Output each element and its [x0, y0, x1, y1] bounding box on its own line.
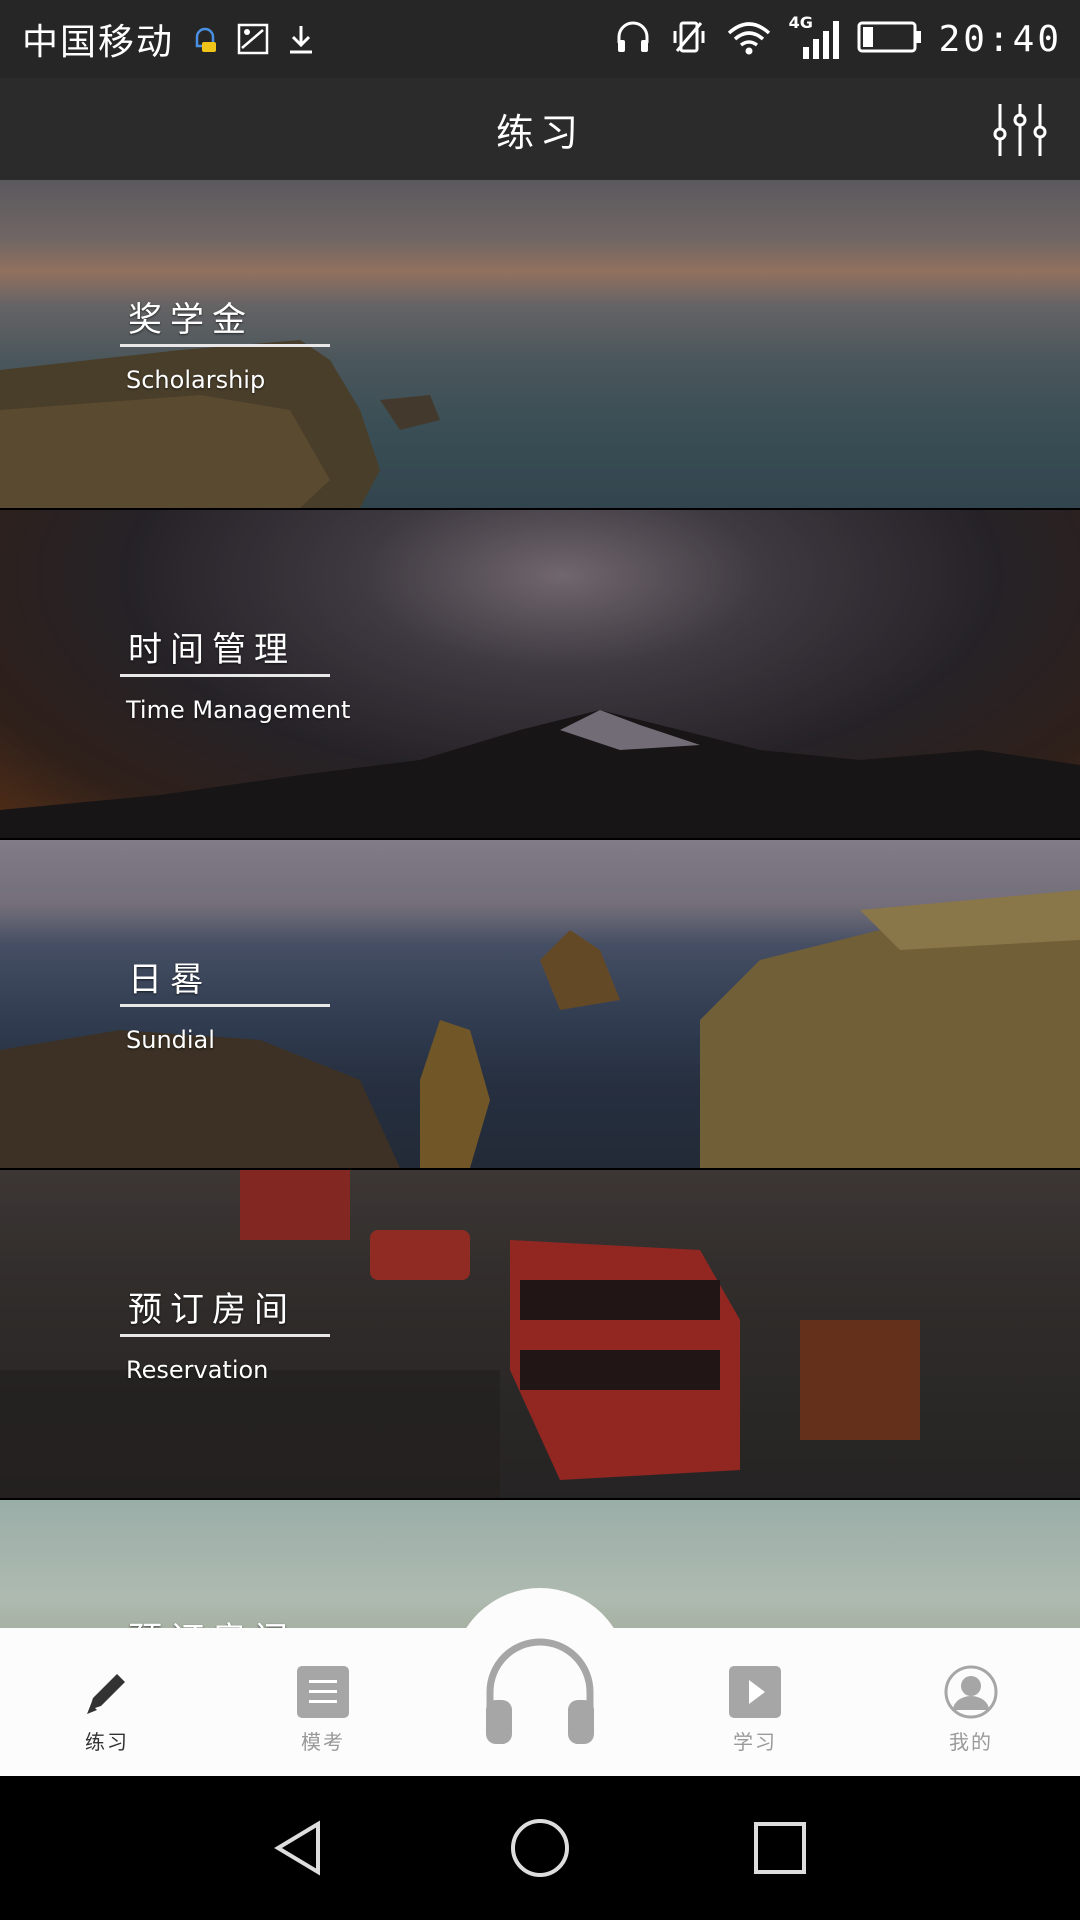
pencil-icon [79, 1664, 135, 1720]
back-button[interactable] [268, 1816, 332, 1880]
person-icon [943, 1664, 999, 1720]
download-icon [284, 22, 318, 56]
nav-tab-practice[interactable]: 练习 [32, 1628, 182, 1776]
play-icon [727, 1664, 783, 1720]
lesson-card-sundial[interactable]: 日晷 Sundial [0, 840, 1080, 1168]
image-icon [236, 22, 270, 56]
system-nav-bar [0, 1776, 1080, 1920]
clock: 20:40 [938, 18, 1062, 60]
nav-label: 学习 [733, 1730, 777, 1754]
nav-tab-study[interactable]: 学习 [680, 1628, 830, 1776]
listen-button[interactable] [476, 1626, 604, 1754]
sliders-icon [993, 104, 1047, 156]
card-divider [120, 344, 330, 347]
status-bar: 中国移动 4G 20:40 [0, 0, 1080, 78]
lesson-card-time-management[interactable]: 时间管理 Time Management [0, 510, 1080, 838]
app-header: 练习 [0, 78, 1080, 180]
card-title: 日晷 [128, 960, 212, 1000]
vibrate-icon [669, 17, 709, 61]
headphones-status-icon [613, 17, 653, 61]
card-subtitle: Reservation [126, 1356, 269, 1384]
headphones-icon [486, 1638, 594, 1744]
card-title: 时间管理 [128, 630, 296, 670]
filter-settings-button[interactable] [990, 100, 1050, 160]
list-icon [295, 1664, 351, 1720]
notification-bell-icon [188, 22, 222, 56]
nav-label: 练习 [85, 1730, 129, 1754]
lesson-card-scholarship[interactable]: 奖学金 Scholarship [0, 180, 1080, 508]
recents-button[interactable] [748, 1816, 812, 1880]
carrier-label: 中国移动 [22, 22, 175, 63]
card-divider [120, 1334, 330, 1337]
home-button[interactable] [508, 1816, 572, 1880]
nav-label: 我的 [949, 1730, 993, 1754]
nav-label: 模考 [301, 1730, 345, 1754]
back-triangle-icon [274, 1820, 320, 1876]
wifi-icon [725, 17, 773, 61]
card-subtitle: Scholarship [126, 366, 266, 394]
lesson-card-reservation[interactable]: 预订房间 Reservation [0, 1170, 1080, 1498]
card-title: 预订房间 [128, 1612, 296, 1628]
lesson-list: 奖学金 Scholarship 时间管理 Time Management 日晷 … [0, 180, 1080, 1628]
page-title: 练习 [495, 110, 584, 155]
card-title: 预订房间 [128, 1290, 296, 1330]
recents-square-icon [754, 1822, 806, 1874]
card-subtitle: Sundial [126, 1026, 215, 1054]
home-circle-icon [511, 1819, 569, 1877]
nav-tab-mock-exam[interactable]: 模考 [248, 1628, 398, 1776]
battery-icon [857, 19, 923, 59]
card-divider [120, 674, 330, 677]
card-divider [120, 1004, 330, 1007]
card-subtitle: Time Management [126, 696, 351, 724]
nav-tab-profile[interactable]: 我的 [896, 1628, 1046, 1776]
card-title: 奖学金 [128, 300, 254, 340]
signal-icon: 4G [789, 13, 841, 61]
